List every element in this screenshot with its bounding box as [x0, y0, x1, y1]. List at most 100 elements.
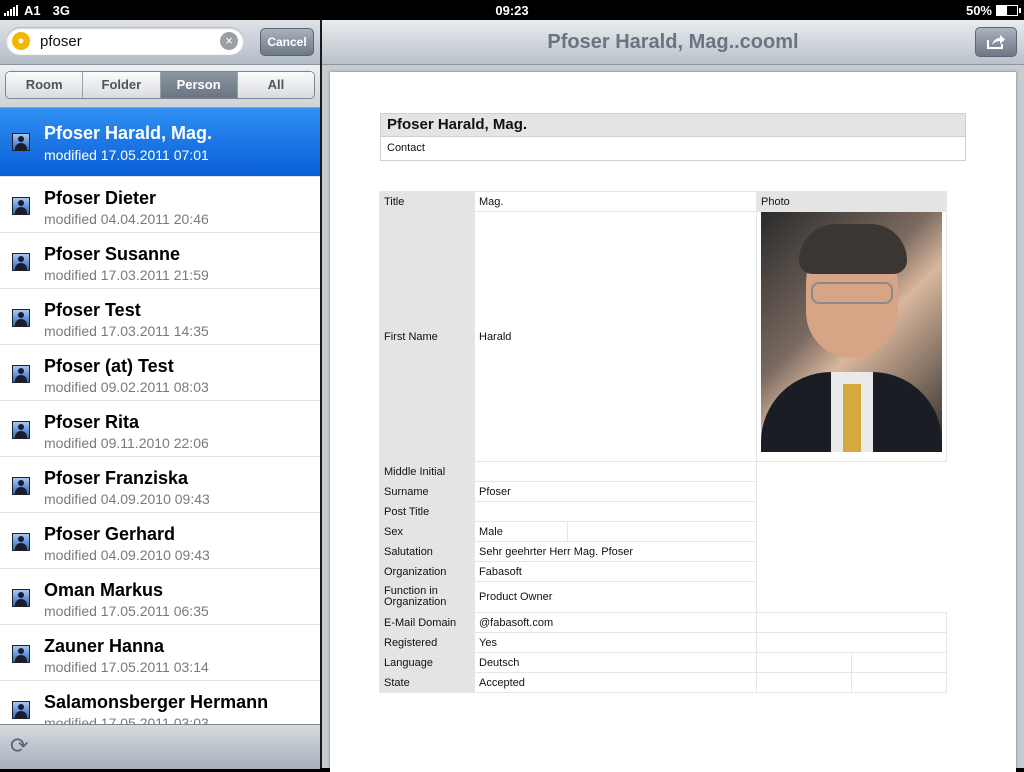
scope-tab-room[interactable]: Room — [6, 72, 84, 98]
scope-tab-folder[interactable]: Folder — [83, 72, 161, 98]
photo-cell — [756, 211, 947, 462]
form-row-surname: Surname Pfoser — [379, 481, 947, 502]
result-modified: modified 17.05.2011 06:35 — [44, 603, 209, 619]
field-label: Middle Initial — [379, 461, 475, 482]
result-modified: modified 09.02.2011 08:03 — [44, 379, 209, 395]
result-name: Pfoser Rita — [44, 412, 140, 432]
field-label: Post Title — [379, 501, 475, 522]
field-label: Language — [379, 652, 475, 673]
field-label: Organization — [379, 561, 475, 582]
person-icon — [12, 645, 30, 663]
state-extra-cell — [756, 672, 852, 693]
middle-initial-value[interactable] — [474, 461, 757, 482]
result-row[interactable]: Pfoser Gerhard modified 04.09.2010 09:43 — [0, 513, 320, 569]
first-name-value[interactable]: Harald — [474, 211, 757, 462]
language-value[interactable]: Deutsch — [474, 652, 757, 673]
registered-value[interactable]: Yes — [474, 632, 757, 653]
function-value[interactable]: Product Owner — [474, 581, 757, 613]
result-modified: modified 04.09.2010 09:43 — [44, 547, 210, 563]
detail-title: Pfoser Harald, Mag..cooml — [547, 31, 799, 53]
field-label: Registered — [379, 632, 475, 653]
battery-icon — [996, 5, 1021, 16]
field-label: Sex — [379, 521, 475, 542]
person-icon — [12, 309, 30, 327]
refresh-icon[interactable]: ⟳ — [10, 735, 32, 757]
result-name: Pfoser Dieter — [44, 188, 157, 208]
field-label: Title — [379, 191, 475, 212]
person-icon — [12, 253, 30, 271]
result-list[interactable]: Pfoser Harald, Mag. modified 17.05.2011 0… — [0, 108, 320, 724]
result-row[interactable]: Pfoser Susanne modified 17.03.2011 21:59 — [0, 233, 320, 289]
result-row[interactable]: Pfoser Rita modified 09.11.2010 22:06 — [0, 401, 320, 457]
scope-segmented-control: Room Folder Person All — [5, 71, 315, 99]
sex-extra-cell — [567, 521, 757, 542]
registered-extra-cell — [756, 632, 947, 653]
scope-tab-all[interactable]: All — [237, 72, 314, 98]
title-value[interactable]: Mag. — [474, 191, 757, 212]
person-icon — [12, 133, 30, 151]
state-value[interactable]: Accepted — [474, 672, 757, 693]
form-row-sex: Sex Male — [379, 521, 947, 542]
contact-form: Title Mag. Photo First Name Harald Middl… — [379, 191, 947, 693]
result-name: Oman Markus — [44, 580, 164, 600]
document-sheet: Pfoser Harald, Mag. Contact Title Mag. P… — [330, 72, 1016, 772]
person-icon — [12, 589, 30, 607]
detail-panel: Pfoser Harald, Mag..cooml Pfoser Harald,… — [322, 20, 1024, 772]
battery-label: 50% — [965, 3, 992, 18]
search-field[interactable]: ● × — [6, 27, 244, 55]
state-extra-cell — [851, 672, 947, 693]
surname-value[interactable]: Pfoser — [474, 481, 757, 502]
clear-icon[interactable]: × — [220, 32, 238, 50]
result-row[interactable]: Oman Markus modified 17.05.2011 06:35 — [0, 569, 320, 625]
search-bar: ● × Cancel — [0, 20, 320, 65]
form-row-organization: Organization Fabasoft — [379, 561, 947, 582]
share-button[interactable] — [975, 27, 1017, 57]
document-header: Pfoser Harald, Mag. Contact — [380, 113, 966, 161]
form-row-state: State Accepted — [379, 672, 947, 693]
field-label: Surname — [379, 481, 475, 502]
result-row[interactable]: Pfoser Franziska modified 04.09.2010 09:4… — [0, 457, 320, 513]
result-modified: modified 04.04.2011 20:46 — [44, 211, 209, 227]
contact-photo — [761, 212, 942, 452]
result-row[interactable]: Pfoser Dieter modified 04.04.2011 20:46 — [0, 177, 320, 233]
email-domain-value[interactable]: @fabasoft.com — [474, 612, 757, 633]
sex-value[interactable]: Male — [474, 521, 568, 542]
bottom-toolbar: ⟳ — [0, 724, 320, 769]
result-name: Pfoser (at) Test — [44, 356, 174, 376]
scope-tab-person[interactable]: Person — [160, 72, 238, 98]
result-row[interactable]: Zauner Hanna modified 17.05.2011 03:14 — [0, 625, 320, 681]
form-row-salutation: Salutation Sehr geehrter Herr Mag. Pfose… — [379, 541, 947, 562]
field-label: State — [379, 672, 475, 693]
share-icon — [987, 35, 1005, 49]
form-row-function: Function in Organization Product Owner — [379, 581, 947, 613]
field-label: Function in Organization — [379, 581, 475, 613]
result-row[interactable]: Salamonsberger Hermann modified 17.05.201… — [0, 681, 320, 724]
photo-label: Photo — [756, 191, 947, 212]
result-modified: modified 17.05.2011 03:14 — [44, 659, 209, 675]
post-title-value[interactable] — [474, 501, 757, 522]
form-row-first-name: First Name Harald — [379, 211, 947, 462]
result-name: Salamonsberger Hermann — [44, 692, 269, 712]
field-label: Salutation — [379, 541, 475, 562]
organization-value[interactable]: Fabasoft — [474, 561, 757, 582]
salutation-value[interactable]: Sehr geehrter Herr Mag. Pfoser — [474, 541, 757, 562]
form-row-language: Language Deutsch — [379, 652, 947, 673]
fabasoft-icon[interactable]: ● — [12, 32, 30, 50]
result-row[interactable]: Pfoser Test modified 17.03.2011 14:35 — [0, 289, 320, 345]
search-panel: ● × Cancel RoomFolderPersonAll Pfoser Ha… — [0, 20, 320, 769]
email-extra-cell — [756, 612, 947, 633]
search-input[interactable] — [40, 32, 215, 50]
language-extra-cell — [756, 652, 852, 673]
result-row[interactable]: Pfoser (at) Test modified 09.02.2011 08:0… — [0, 345, 320, 401]
form-row-middle-initial: Middle Initial — [379, 461, 947, 482]
field-label: E-Mail Domain — [379, 612, 475, 633]
document-subheading: Contact — [380, 137, 966, 161]
result-name: Pfoser Harald, Mag. — [44, 123, 213, 143]
form-row-post-title: Post Title — [379, 501, 947, 522]
cancel-button[interactable]: Cancel — [260, 28, 314, 56]
result-row[interactable]: Pfoser Harald, Mag. modified 17.05.2011 0… — [0, 108, 320, 177]
result-modified: modified 17.03.2011 14:35 — [44, 323, 209, 339]
clock: 09:23 — [495, 3, 529, 18]
person-icon — [12, 197, 30, 215]
person-icon — [12, 701, 30, 719]
